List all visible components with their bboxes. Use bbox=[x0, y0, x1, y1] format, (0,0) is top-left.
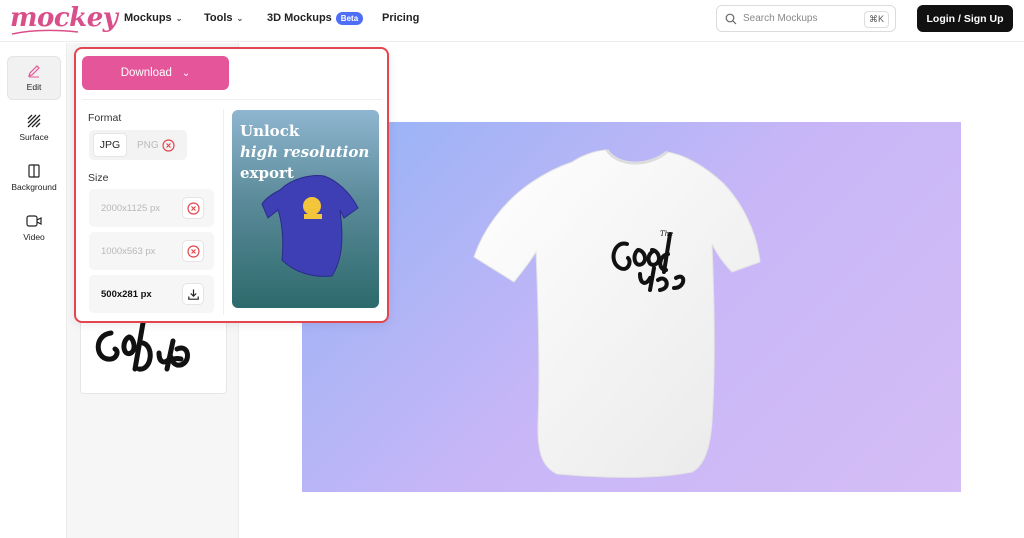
nav-mockups[interactable]: Mockups ⌄ bbox=[124, 0, 182, 36]
size-option-2000x1125[interactable]: 2000x1125 px bbox=[89, 189, 214, 227]
rail-item-surface[interactable]: Surface bbox=[7, 106, 61, 150]
format-option-jpg[interactable]: JPG bbox=[93, 133, 127, 157]
unlock-hires-promo[interactable]: Unlock high resolution export bbox=[232, 110, 379, 308]
login-signup-button[interactable]: Login / Sign Up bbox=[917, 5, 1013, 32]
tool-rail: Edit Surface Background Video bbox=[0, 43, 67, 538]
design-artwork bbox=[95, 320, 190, 372]
locked-size-button[interactable] bbox=[182, 240, 204, 262]
size-option-1000x563[interactable]: 1000x563 px bbox=[89, 232, 214, 270]
divider bbox=[82, 99, 382, 100]
hatch-icon bbox=[27, 114, 41, 128]
locked-x-icon bbox=[186, 201, 200, 215]
locked-x-icon bbox=[162, 138, 175, 152]
rail-item-video[interactable]: Video bbox=[7, 206, 61, 250]
chevron-down-icon: ⌄ bbox=[175, 13, 183, 23]
download-size-button[interactable] bbox=[182, 283, 204, 305]
rail-item-edit[interactable]: Edit bbox=[7, 56, 61, 100]
beta-badge: Beta bbox=[335, 11, 364, 25]
chevron-down-icon: ⌄ bbox=[181, 67, 191, 79]
locked-size-button[interactable] bbox=[182, 197, 204, 219]
search-input[interactable] bbox=[743, 13, 853, 24]
search-box[interactable]: ⌘K bbox=[716, 5, 896, 32]
nav-pricing[interactable]: Pricing bbox=[382, 0, 419, 36]
design-preview-card[interactable] bbox=[80, 312, 227, 394]
size-label: Size bbox=[88, 172, 109, 184]
download-button[interactable]: Download ⌄ bbox=[82, 56, 229, 90]
nav-tools[interactable]: Tools ⌄ bbox=[204, 0, 243, 36]
chevron-down-icon: ⌄ bbox=[236, 13, 244, 23]
background-icon bbox=[28, 164, 40, 178]
format-label: Format bbox=[88, 112, 122, 124]
size-option-500x281[interactable]: 500x281 px bbox=[89, 275, 214, 313]
pencil-icon bbox=[28, 65, 40, 78]
tshirt-mockup: The bbox=[473, 149, 761, 478]
logo-swoosh-icon bbox=[11, 29, 79, 35]
floating-tshirt-image bbox=[261, 175, 359, 277]
locked-x-icon bbox=[186, 244, 200, 258]
rail-item-background[interactable]: Background bbox=[7, 156, 61, 200]
search-shortcut: ⌘K bbox=[863, 11, 889, 28]
mockup-canvas[interactable]: The bbox=[302, 122, 961, 492]
download-icon bbox=[187, 289, 199, 300]
video-camera-icon bbox=[26, 215, 42, 227]
download-popover: Download ⌄ Format JPG PNG Size 2000x1125… bbox=[74, 47, 389, 323]
search-icon bbox=[725, 13, 737, 24]
nav-3d-mockups[interactable]: 3D Mockups Beta bbox=[267, 0, 364, 36]
top-navbar: mockey Mockups ⌄ Tools ⌄ 3D Mockups Beta P… bbox=[0, 0, 1024, 42]
divider bbox=[223, 109, 224, 315]
format-selector: JPG PNG bbox=[89, 130, 187, 160]
format-option-png[interactable]: PNG bbox=[137, 133, 175, 157]
svg-text:The: The bbox=[660, 230, 673, 238]
